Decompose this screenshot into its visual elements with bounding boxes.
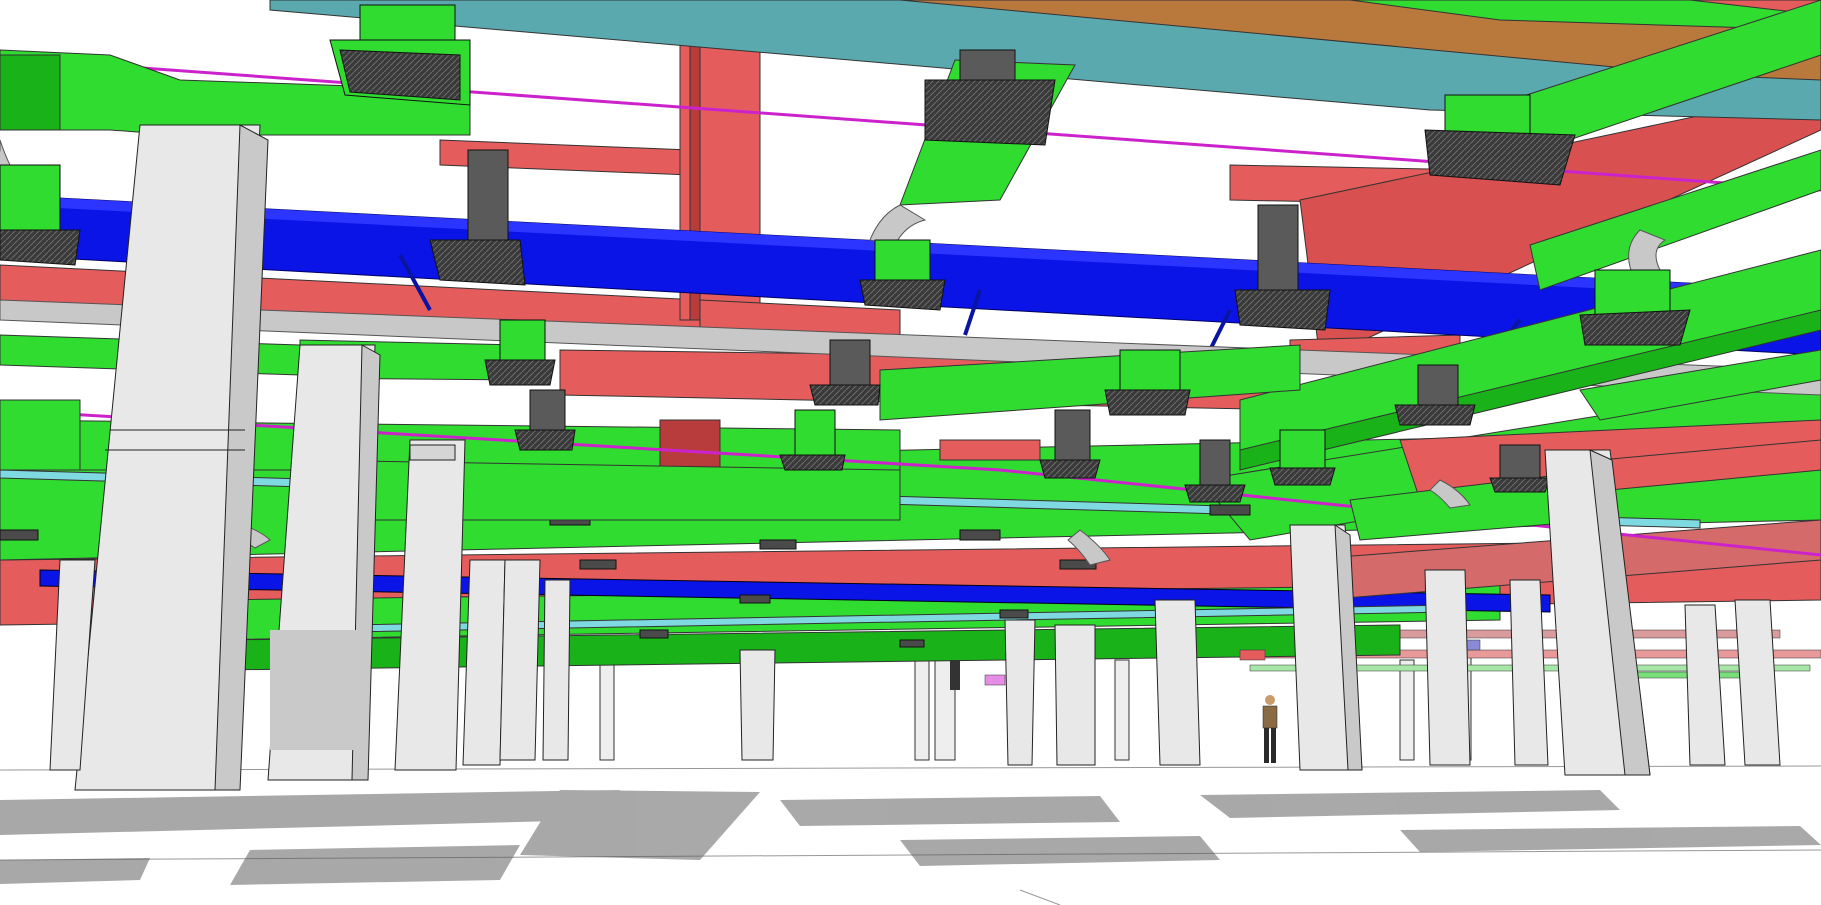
diffuser — [514, 389, 576, 451]
column — [1289, 524, 1363, 771]
mep-model-render — [0, 0, 1821, 905]
column — [1734, 599, 1781, 766]
diffuser — [1039, 409, 1101, 479]
column — [1684, 604, 1726, 766]
column — [739, 649, 776, 761]
column — [499, 559, 541, 761]
floor-slab — [0, 760, 1821, 905]
bim-3d-viewport[interactable] — [0, 0, 1821, 905]
column — [1154, 599, 1201, 766]
diffuser — [429, 149, 526, 286]
person-figure — [1262, 695, 1278, 763]
column — [542, 579, 571, 761]
column — [1424, 569, 1471, 766]
column — [267, 344, 381, 781]
column — [1004, 619, 1036, 766]
diffuser — [1269, 429, 1336, 486]
diffuser — [329, 4, 471, 106]
mid-ceiling-services — [0, 379, 1821, 671]
column — [462, 559, 506, 766]
column — [1054, 624, 1096, 766]
